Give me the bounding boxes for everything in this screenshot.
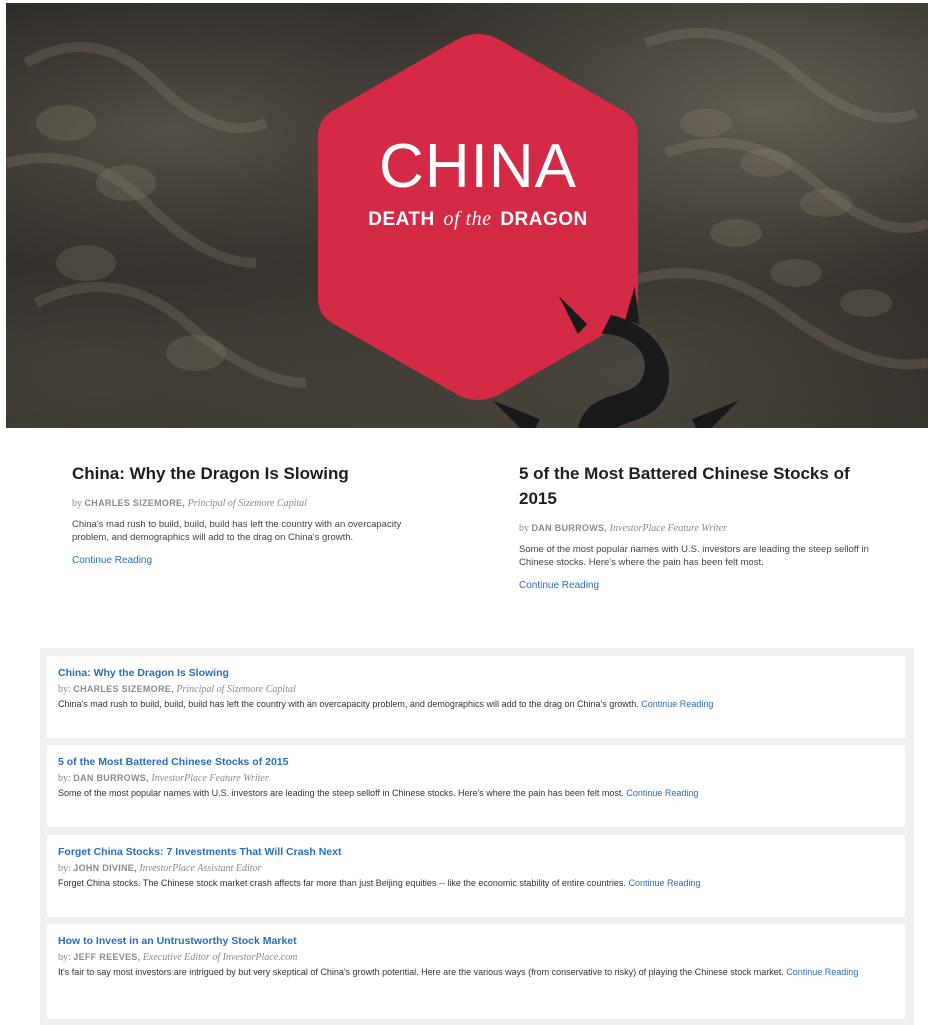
list-item-byline: by: CHARLES SIZEMORE, Principal of Sizem… — [58, 683, 893, 696]
byline-prefix: by — [519, 523, 529, 534]
author-name: JEFF REEVES, — [73, 952, 141, 962]
description-text: China's mad rush to build, build, build … — [58, 699, 639, 709]
description-text: It's fair to say most investors are intr… — [58, 967, 784, 977]
feature-title[interactable]: China: Why the Dragon Is Slowing — [72, 461, 432, 486]
feature-article-1: China: Why the Dragon Is Slowing by CHAR… — [72, 445, 432, 568]
list-item-title[interactable]: China: Why the Dragon Is Slowing — [58, 666, 893, 680]
feature-byline: by CHARLES SIZEMORE, Principal of Sizemo… — [72, 498, 432, 509]
author-role: Principal of Sizemore Capital — [187, 498, 307, 509]
author-role: Executive Editor of InvestorPlace.com — [142, 952, 298, 963]
list-item-byline: by: DAN BURROWS, InvestorPlace Feature W… — [58, 772, 893, 785]
list-item-description: Forget China stocks. The Chinese stock m… — [58, 877, 893, 890]
feature-description: China's mad rush to build, build, build … — [72, 519, 402, 543]
author-role: InvestorPlace Assistant Editor — [139, 863, 262, 874]
list-item-title[interactable]: 5 of the Most Battered Chinese Stocks of… — [58, 755, 893, 769]
description-text: Forget China stocks. The Chinese stock m… — [58, 878, 626, 888]
continue-reading-link[interactable]: Continue Reading — [786, 967, 858, 977]
hero-subtitle: DEATH of the DRAGON — [312, 208, 644, 231]
byline-prefix: by: — [58, 773, 71, 784]
hero-subtitle-dragon: DRAGON — [500, 209, 588, 230]
feature-article-2: 5 of the Most Battered Chinese Stocks of… — [519, 445, 869, 593]
page: CHINA DEATH of the DRAGON China: Why the… — [0, 0, 928, 1025]
author-role: Principal of Sizemore Capital — [176, 684, 296, 695]
author-name: CHARLES SIZEMORE, — [84, 498, 186, 508]
author-name: CHARLES SIZEMORE, — [73, 684, 174, 694]
author-name: DAN BURROWS, — [531, 523, 608, 533]
hero-subtitle-of-the: of the — [443, 208, 492, 230]
continue-reading-link[interactable]: Continue Reading — [519, 580, 599, 591]
dragon-icon — [492, 286, 740, 428]
byline-prefix: by: — [58, 863, 71, 874]
list-item-description: China's mad rush to build, build, build … — [58, 698, 893, 711]
list-item-title[interactable]: Forget China Stocks: 7 Investments That … — [58, 845, 893, 859]
list-item-title[interactable]: How to Invest in an Untrustworthy Stock … — [58, 934, 893, 948]
hero-hexagon-badge: CHINA DEATH of the DRAGON — [312, 28, 740, 428]
byline-prefix: by: — [58, 684, 71, 695]
hero-banner: CHINA DEATH of the DRAGON — [6, 3, 928, 428]
hero-title: CHINA — [379, 132, 577, 201]
list-item-byline: by: JOHN DIVINE, InvestorPlace Assistant… — [58, 862, 893, 875]
list-item-description: It's fair to say most investors are intr… — [58, 966, 893, 979]
list-item: China: Why the Dragon Is Slowing by: CHA… — [47, 656, 905, 738]
feature-title[interactable]: 5 of the Most Battered Chinese Stocks of… — [519, 461, 869, 511]
list-item: Forget China Stocks: 7 Investments That … — [47, 835, 905, 917]
description-text: Some of the most popular names with U.S.… — [58, 788, 624, 798]
list-item-description: Some of the most popular names with U.S.… — [58, 787, 893, 800]
continue-reading-link[interactable]: Continue Reading — [628, 878, 700, 888]
feature-description: Some of the most popular names with U.S.… — [519, 544, 869, 568]
continue-reading-link[interactable]: Continue Reading — [72, 555, 152, 566]
byline-prefix: by: — [58, 952, 71, 963]
list-item-byline: by: JEFF REEVES, Executive Editor of Inv… — [58, 951, 893, 964]
author-name: JOHN DIVINE, — [73, 863, 137, 873]
hero-subtitle-death: DEATH — [368, 209, 435, 230]
feature-byline: by DAN BURROWS, InvestorPlace Feature Wr… — [519, 523, 869, 534]
author-name: DAN BURROWS, — [73, 773, 149, 783]
continue-reading-link[interactable]: Continue Reading — [641, 699, 713, 709]
list-item: How to Invest in an Untrustworthy Stock … — [47, 924, 905, 1019]
author-role: InvestorPlace Feature Writer — [609, 523, 727, 534]
continue-reading-link[interactable]: Continue Reading — [626, 788, 698, 798]
article-list: China: Why the Dragon Is Slowing by: CHA… — [40, 648, 914, 1025]
list-item: 5 of the Most Battered Chinese Stocks of… — [47, 745, 905, 827]
byline-prefix: by — [72, 498, 82, 509]
author-role: InvestorPlace Feature Writer — [151, 773, 269, 784]
